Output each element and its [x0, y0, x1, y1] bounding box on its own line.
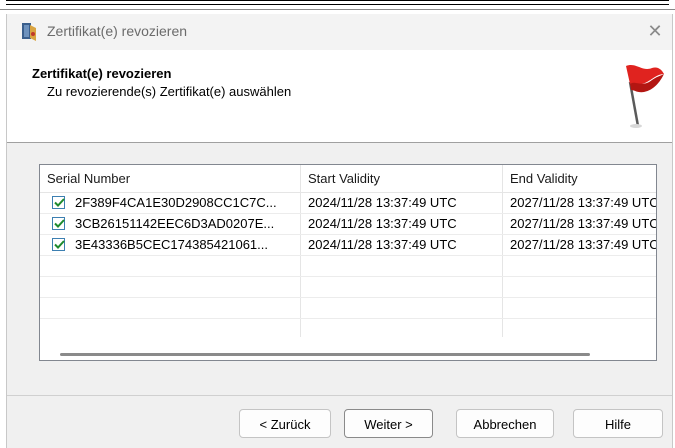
revoke-certificates-dialog: Zertifikat(e) revozieren ✕ Zertifikat(e)… — [6, 14, 673, 448]
horizontal-scrollbar[interactable] — [40, 348, 656, 360]
window-title: Zertifikat(e) revozieren — [47, 23, 188, 39]
red-flag-icon — [626, 65, 664, 128]
scrollbar-thumb[interactable] — [60, 353, 590, 356]
background-window-edge — [0, 0, 675, 14]
list-item[interactable]: 3E43336B5CEC174385421061... 2024/11/28 1… — [40, 235, 657, 256]
start-validity-cell: 2024/11/28 13:37:49 UTC — [308, 195, 457, 210]
row-checkbox[interactable] — [52, 196, 65, 209]
list-item[interactable]: 3CB26151142EEC6D3AD0207E... 2024/11/28 1… — [40, 214, 657, 235]
wizard-content: Serial Number Start Validity End Validit… — [7, 143, 672, 448]
row-checkbox[interactable] — [52, 217, 65, 230]
end-validity-cell: 2027/11/28 13:37:49 UTC — [510, 216, 657, 231]
checkmark-icon — [54, 240, 65, 249]
certificate-app-icon — [22, 23, 36, 41]
help-button[interactable]: Hilfe — [573, 409, 663, 438]
background-window-line — [6, 0, 669, 5]
button-separator — [7, 395, 672, 396]
list-item[interactable]: 2F389F4CA1E30D2908CC1C7C... 2024/11/28 1… — [40, 193, 657, 214]
serial-number-cell: 3CB26151142EEC6D3AD0207E... — [75, 216, 275, 231]
background-window-line — [0, 9, 675, 10]
checkmark-icon — [54, 198, 65, 207]
start-validity-cell: 2024/11/28 13:37:49 UTC — [308, 216, 457, 231]
empty-row — [40, 256, 656, 277]
row-checkbox[interactable] — [52, 238, 65, 251]
back-button[interactable]: < Zurück — [239, 409, 331, 438]
wizard-header: Zertifikat(e) revozieren Zu revozierende… — [7, 50, 672, 143]
header-subtitle: Zu revozierende(s) Zertifikat(e) auswähl… — [47, 84, 292, 99]
column-header-end-validity[interactable]: End Validity — [503, 165, 656, 192]
title-bar: Zertifikat(e) revozieren ✕ — [7, 14, 672, 50]
empty-row — [40, 277, 656, 298]
end-validity-cell: 2027/11/28 13:37:49 UTC — [510, 237, 657, 252]
empty-row — [40, 298, 656, 319]
start-validity-cell: 2024/11/28 13:37:49 UTC — [308, 237, 457, 252]
certificate-list[interactable]: Serial Number Start Validity End Validit… — [39, 164, 657, 361]
next-button[interactable]: Weiter > — [344, 409, 433, 438]
column-header-start-validity[interactable]: Start Validity — [301, 165, 503, 192]
end-validity-cell: 2027/11/28 13:37:49 UTC — [510, 195, 657, 210]
serial-number-cell: 3E43336B5CEC174385421061... — [75, 237, 268, 252]
close-button[interactable]: ✕ — [638, 14, 672, 48]
list-rows: 2F389F4CA1E30D2908CC1C7C... 2024/11/28 1… — [40, 193, 657, 319]
cancel-button[interactable]: Abbrechen — [456, 409, 554, 438]
checkmark-icon — [54, 219, 65, 228]
close-icon: ✕ — [647, 21, 663, 41]
header-title: Zertifikat(e) revozieren — [32, 66, 172, 81]
column-header-serial-number[interactable]: Serial Number — [40, 165, 301, 192]
list-header: Serial Number Start Validity End Validit… — [40, 165, 656, 193]
serial-number-cell: 2F389F4CA1E30D2908CC1C7C... — [75, 195, 277, 210]
